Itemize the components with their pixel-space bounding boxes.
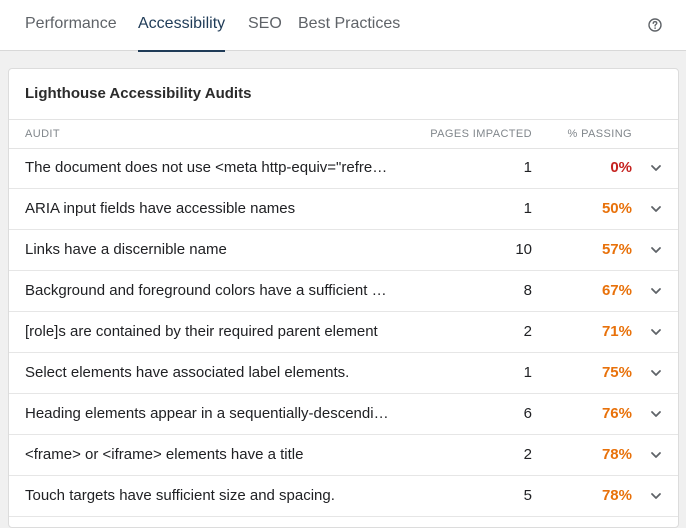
percent-passing: 0% (610, 159, 632, 176)
audits-card: Lighthouse Accessibility Audits AUDIT PA… (8, 68, 679, 528)
percent-passing: 78% (601, 487, 632, 504)
table-row[interactable]: ARIA input fields have accessible names … (9, 189, 678, 230)
table-row[interactable]: <frame> or <iframe> elements have a titl… (9, 435, 678, 476)
table-row[interactable]: [role]s are contained by their required … (9, 312, 678, 353)
chevron-down-icon[interactable] (650, 327, 662, 337)
pages-impacted: 6 (523, 405, 532, 422)
chevron-down-icon[interactable] (650, 245, 662, 255)
tab-seo[interactable]: SEO (248, 0, 282, 51)
audit-name: Select elements have associated label el… (25, 364, 350, 381)
table-row[interactable]: Links have a discernible name 10 57% (9, 230, 678, 271)
audit-name: Touch targets have sufficient size and s… (25, 487, 335, 504)
table-row[interactable]: The document does not use <meta http-equ… (9, 148, 678, 189)
audit-rows: The document does not use <meta http-equ… (9, 148, 678, 517)
tab-performance[interactable]: Performance (25, 0, 117, 51)
help-circle-icon[interactable] (648, 18, 662, 32)
percent-passing: 75% (601, 364, 632, 381)
pages-impacted: 8 (523, 282, 532, 299)
tab-bar: Performance Accessibility SEO Best Pract… (0, 0, 686, 52)
table-row[interactable]: Select elements have associated label el… (9, 353, 678, 394)
audit-name: [role]s are contained by their required … (25, 323, 378, 340)
percent-passing: 71% (601, 323, 632, 340)
percent-passing: 57% (601, 241, 632, 258)
chevron-down-icon[interactable] (650, 368, 662, 378)
audit-name: The document does not use <meta http-equ… (25, 159, 393, 176)
audit-name: Background and foreground colors have a … (25, 282, 393, 299)
pages-impacted: 1 (523, 159, 532, 176)
pages-impacted: 1 (523, 200, 532, 217)
pages-impacted: 2 (523, 446, 532, 463)
pages-impacted: 10 (515, 241, 532, 258)
chevron-down-icon[interactable] (650, 163, 662, 173)
column-header-audit: AUDIT (25, 128, 60, 140)
percent-passing: 78% (601, 446, 632, 463)
table-row[interactable]: Touch targets have sufficient size and s… (9, 476, 678, 517)
chevron-down-icon[interactable] (650, 409, 662, 419)
pages-impacted: 5 (523, 487, 532, 504)
tab-best-practices[interactable]: Best Practices (298, 0, 400, 51)
chevron-down-icon[interactable] (650, 491, 662, 501)
audit-name: Heading elements appear in a sequentiall… (25, 405, 393, 422)
percent-passing: 67% (601, 282, 632, 299)
pages-impacted: 1 (523, 364, 532, 381)
card-title: Lighthouse Accessibility Audits (25, 85, 252, 102)
tab-accessibility[interactable]: Accessibility (138, 0, 226, 52)
audit-name: <frame> or <iframe> elements have a titl… (25, 446, 304, 463)
audit-name: ARIA input fields have accessible names (25, 200, 296, 217)
pages-impacted: 2 (523, 323, 532, 340)
percent-passing: 50% (601, 200, 632, 217)
column-header-pages-impacted: PAGES IMPACTED (430, 128, 532, 140)
table-row[interactable]: Heading elements appear in a sequentiall… (9, 394, 678, 435)
column-header-percent-passing: % PASSING (567, 128, 632, 140)
table-row[interactable]: Background and foreground colors have a … (9, 271, 678, 312)
table-header: AUDIT PAGES IMPACTED % PASSING (9, 119, 678, 149)
chevron-down-icon[interactable] (650, 286, 662, 296)
chevron-down-icon[interactable] (650, 204, 662, 214)
audit-name: Links have a discernible name (25, 241, 227, 258)
chevron-down-icon[interactable] (650, 450, 662, 460)
percent-passing: 76% (601, 405, 632, 422)
